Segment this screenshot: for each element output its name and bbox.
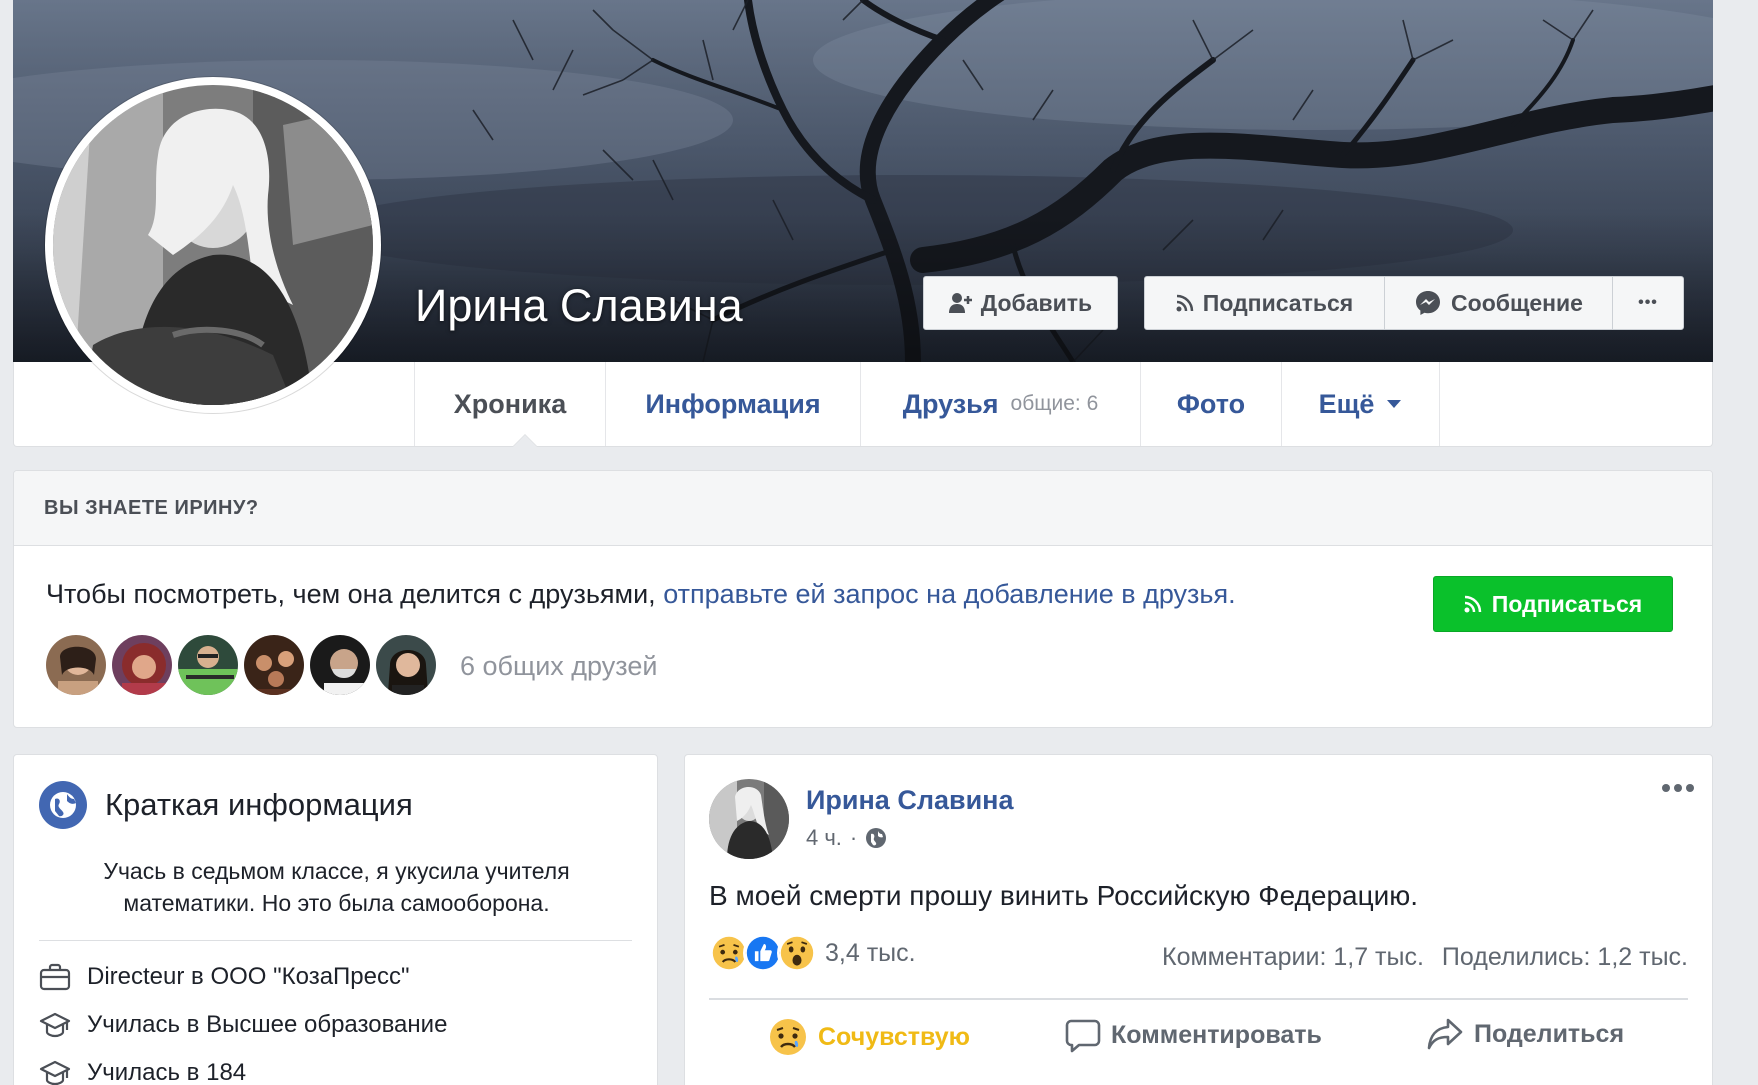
divider [39,940,632,941]
send-friend-request-link[interactable]: отправьте ей запрос на добавление в друз… [663,579,1235,609]
reactions-count: 3,4 тыс. [825,938,916,967]
post-text: В моей смерти прошу винить Российскую Фе… [709,880,1419,911]
add-friend-button[interactable]: Добавить [923,276,1118,330]
caret-down-icon [1387,400,1402,408]
rss-icon [1464,595,1482,613]
profile-action-group: Подписаться Сообщение ••• [1144,276,1684,330]
share-label: Поделиться [1474,1019,1625,1048]
mutual-friend-avatar[interactable] [374,633,438,697]
profile-picture[interactable] [45,77,381,413]
share-icon [1427,1018,1463,1050]
post-timestamp[interactable]: 4 ч. [806,825,842,851]
tab-timeline[interactable]: Хроника [414,362,605,446]
post-stats: Комментарии: 1,7 тыс. Поделились: 1,2 ты… [1162,943,1688,972]
do-you-know-header: ВЫ ЗНАЕТЕ ИРИНУ? [14,471,1712,546]
comment-label: Комментировать [1111,1020,1322,1049]
tab-about[interactable]: Информация [605,362,860,446]
school-row[interactable]: Училась в 184 [39,1059,246,1085]
sad-reaction-icon [770,1019,806,1055]
post-card: Ирина Славина 4 ч. · В моей смерти прошу… [684,754,1713,1085]
follow-green-label: Подписаться [1491,590,1643,617]
message-label: Сообщение [1451,289,1583,316]
sympathize-button[interactable]: Сочувствую [768,1017,970,1057]
comment-icon [1065,1019,1101,1053]
mutual-friend-avatar[interactable] [110,633,174,697]
mutual-friend-avatar[interactable] [242,633,306,697]
intro-card: Краткая информация Учась в седьмом класс… [13,754,658,1085]
tab-friends[interactable]: Друзья общие: 6 [860,362,1140,446]
public-globe-icon[interactable] [865,827,887,849]
rss-icon [1176,294,1194,312]
tab-more[interactable]: Ещё [1281,362,1440,446]
reactions-summary[interactable]: 3,4 тыс. [709,933,916,973]
share-button[interactable]: Поделиться [1426,1017,1624,1051]
message-button[interactable]: Сообщение [1385,277,1613,329]
education-text: Училась в Высшее образование [87,1011,448,1038]
follow-button[interactable]: Подписаться [1145,277,1385,329]
globe-icon [39,781,87,829]
tab-friends-label: Друзья [902,388,999,419]
intro-bio: Учась в седьмом классе, я укусила учител… [103,858,570,916]
graduation-cap-icon [39,1060,71,1085]
active-tab-indicator [512,434,538,447]
mutual-friend-avatar[interactable] [176,633,240,697]
shares-count[interactable]: Поделились: 1,2 тыс. [1442,943,1688,972]
comment-button[interactable]: Комментировать [1065,1017,1322,1053]
intro-title: Краткая информация [105,787,413,822]
post-options-icon[interactable] [1661,783,1695,793]
wow-reaction-icon [777,933,817,973]
profile-photo-image [53,85,373,405]
education-row[interactable]: Училась в Высшее образование [39,1011,447,1039]
tab-more-label: Ещё [1318,388,1375,419]
work-text: Directeur в ООО "КозаПресс" [87,963,410,990]
post-author-avatar[interactable] [709,779,789,859]
post-author-name[interactable]: Ирина Славина [806,785,1014,816]
work-row[interactable]: Directeur в ООО "КозаПресс" [39,963,410,991]
do-you-know-prompt: Чтобы посмотреть, чем она делится с друз… [46,579,656,609]
follow-button-green[interactable]: Подписаться [1433,576,1673,632]
mutual-friend-avatar[interactable] [308,633,372,697]
follow-label: Подписаться [1202,289,1354,316]
page-left-edge [0,0,13,1085]
divider [709,998,1688,1000]
profile-name[interactable]: Ирина Славина [415,280,743,332]
comments-count[interactable]: Комментарии: 1,7 тыс. [1162,943,1424,972]
tab-photos-label: Фото [1176,388,1246,419]
add-friend-label: Добавить [980,289,1093,316]
do-you-know-card: ВЫ ЗНАЕТЕ ИРИНУ? Чтобы посмотреть, чем о… [13,470,1713,728]
school-text: Училась в 184 [87,1059,247,1085]
tab-photos[interactable]: Фото [1140,362,1281,446]
do-you-know-text: Чтобы посмотреть, чем она делится с друз… [46,579,1236,610]
briefcase-icon [39,963,71,991]
tab-about-label: Информация [645,388,821,419]
tab-timeline-label: Хроника [453,388,567,419]
graduation-cap-icon [39,1012,71,1038]
sympathize-label: Сочувствую [818,1022,971,1051]
tab-friends-mutual-count: общие: 6 [1010,392,1099,415]
mutual-friend-avatar[interactable] [44,633,108,697]
add-friend-icon [948,293,972,313]
more-options-label: ••• [1638,294,1658,311]
mutual-friends-avatars [44,633,438,697]
post-meta: 4 ч. · [806,825,887,851]
messenger-icon [1416,291,1441,315]
meta-separator: · [849,825,858,850]
mutual-friends-count[interactable]: 6 общих друзей [460,651,657,682]
more-options-button[interactable]: ••• [1613,277,1683,329]
